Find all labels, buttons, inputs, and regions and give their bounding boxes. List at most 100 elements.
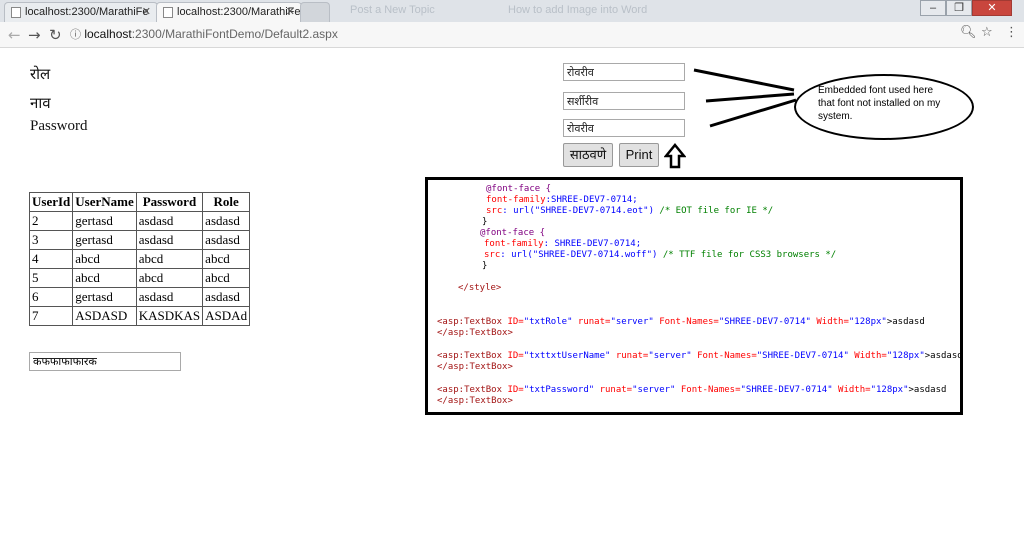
role-label: रोल xyxy=(30,67,51,83)
column-header: UserId xyxy=(28,192,74,212)
code-token: </asp:TextBox> xyxy=(437,362,513,372)
menu-icon[interactable]: ⋮ xyxy=(1005,25,1018,40)
username-input[interactable]: सर्शीरीव xyxy=(563,92,685,110)
role-input[interactable]: रोवरीव xyxy=(563,63,685,81)
code-token: "txtRole" xyxy=(523,317,573,327)
zoom-icon[interactable]: 🔍︎ xyxy=(960,25,977,40)
forward-icon[interactable]: → xyxy=(28,26,41,44)
code-token: Width= xyxy=(832,385,871,395)
up-arrow-icon xyxy=(664,143,686,169)
code-token: /* EOT file for IE */ xyxy=(653,206,774,216)
table-cell: asdasd xyxy=(202,287,251,307)
close-icon[interactable]: ✕ xyxy=(142,5,151,18)
code-token: "server" xyxy=(610,317,654,327)
print-button[interactable]: Print xyxy=(619,143,659,167)
code-token: ID= xyxy=(502,317,524,327)
info-icon: ⓘ xyxy=(70,29,81,41)
close-icon[interactable]: ✕ xyxy=(286,5,295,18)
code-token: "server" xyxy=(632,385,676,395)
code-snippet-box: @font-face { font-family:SHREE-DEV7-0714… xyxy=(425,177,963,415)
users-table: UserId UserName Password Role 2 gertasd … xyxy=(28,192,251,326)
table-cell: gertasd xyxy=(72,211,137,231)
save-button[interactable]: साठवणे xyxy=(563,143,613,167)
page-icon xyxy=(11,7,21,18)
code-line: src: url("SHREE-DEV7-0714.eot") /* EOT f… xyxy=(486,206,773,217)
code-token: "txtPassword" xyxy=(523,385,595,395)
extra-textbox[interactable]: कफफाफाफारक xyxy=(29,352,181,371)
password-label: Password xyxy=(30,118,88,134)
browser-tab-1[interactable]: localhost:2300/MarathiFе ✕ xyxy=(4,2,158,22)
code-token: </asp:TextBox> xyxy=(437,328,513,338)
code-line: <asp:TextBox ID="txttxtUserName" runat="… xyxy=(437,351,963,362)
code-line: } xyxy=(482,217,487,228)
code-token: "SHREE-DEV7-0714" xyxy=(718,317,811,327)
code-line: </asp:TextBox> xyxy=(437,362,513,373)
code-line: font-family:SHREE-DEV7-0714; xyxy=(486,195,638,206)
star-icon[interactable]: ☆ xyxy=(981,25,993,40)
browser-toolbar: ← → ↻ ⓘ localhost:2300/MarathiFontDemo/D… xyxy=(0,22,1024,48)
page-icon xyxy=(163,7,173,18)
reload-icon[interactable]: ↻ xyxy=(49,26,62,44)
code-token: : SHREE-DEV7-0714; xyxy=(543,239,642,249)
table-header-row: UserId UserName Password Role xyxy=(28,192,251,212)
code-line: @font-face { xyxy=(486,184,551,195)
code-line: font-family: SHREE-DEV7-0714; xyxy=(484,239,641,250)
table-cell: asdasd xyxy=(202,230,251,250)
name-label: नाव xyxy=(30,96,51,112)
table-row: 4 abcd abcd abcd xyxy=(28,249,251,269)
table-cell: gertasd xyxy=(72,230,137,250)
table-cell: abcd xyxy=(202,268,251,288)
table-cell: 7 xyxy=(28,306,74,326)
table-cell: ASDASD xyxy=(72,306,137,326)
new-tab-button[interactable] xyxy=(300,2,330,22)
callout-text: Embedded font used here that font not in… xyxy=(818,85,941,122)
code-token: "128px" xyxy=(886,351,925,361)
code-token: Font-Names= xyxy=(675,385,741,395)
column-header: Password xyxy=(135,192,204,212)
table-cell: 5 xyxy=(28,268,74,288)
browser-tab-label: localhost:2300/MarathiFе xyxy=(25,6,149,18)
browser-tab-2[interactable]: localhost:2300/MarathiFе ✕ xyxy=(156,2,302,22)
table-cell: 4 xyxy=(28,249,74,269)
table-row: 3 gertasd asdasd asdasd xyxy=(28,230,251,250)
code-token: runat= xyxy=(594,385,633,395)
tab-strip: localhost:2300/MarathiFе ✕ localhost:230… xyxy=(0,0,1024,22)
code-token: src xyxy=(484,250,501,260)
table-cell: asdasd xyxy=(202,211,251,231)
password-input[interactable]: रोवरीव xyxy=(563,119,685,137)
table-cell: abcd xyxy=(72,249,137,269)
table-cell: abcd xyxy=(72,268,137,288)
code-token: Font-Names= xyxy=(653,317,719,327)
code-line: <asp:TextBox ID="txtPassword" runat="ser… xyxy=(437,385,946,396)
code-token: @font-face { xyxy=(480,228,546,238)
code-token: </style> xyxy=(458,283,502,293)
code-token: >asdasd xyxy=(924,351,963,361)
code-token: "txttxtUserName" xyxy=(523,351,611,361)
code-token: : url("SHREE-DEV7-0714.eot") xyxy=(502,206,654,216)
ghost-tab-label: How to add Image into Word xyxy=(508,4,648,16)
table-cell: KASDKAS xyxy=(135,306,204,326)
table-cell: asdasd xyxy=(135,287,204,307)
code-token: "server" xyxy=(648,351,692,361)
back-icon[interactable]: ← xyxy=(8,26,21,44)
annotation-arrows xyxy=(693,68,797,128)
column-header: UserName xyxy=(72,192,137,212)
table-cell: 2 xyxy=(28,211,74,231)
code-token: } xyxy=(482,261,488,271)
code-token: src xyxy=(486,206,503,216)
restore-button[interactable]: ❐ xyxy=(946,0,972,16)
table-cell: abcd xyxy=(202,249,251,269)
code-line: </asp:TextBox> xyxy=(437,328,513,339)
code-token: Width= xyxy=(810,317,849,327)
code-token: "SHREE-DEV7-0714" xyxy=(756,351,849,361)
table-row: 6 gertasd asdasd asdasd xyxy=(28,287,251,307)
code-token: </asp:TextBox> xyxy=(437,396,513,406)
code-line: <asp:TextBox ID="txtRole" runat="server"… xyxy=(437,317,925,328)
code-token: >asdasd xyxy=(886,317,925,327)
table-cell: abcd xyxy=(135,268,204,288)
minimize-button[interactable]: – xyxy=(920,0,946,16)
table-cell: gertasd xyxy=(72,287,137,307)
code-token: >asdasd xyxy=(908,385,947,395)
address-bar[interactable]: ⓘ localhost:2300/MarathiFontDemo/Default… xyxy=(70,25,1000,44)
close-window-button[interactable]: ✕ xyxy=(972,0,1012,16)
